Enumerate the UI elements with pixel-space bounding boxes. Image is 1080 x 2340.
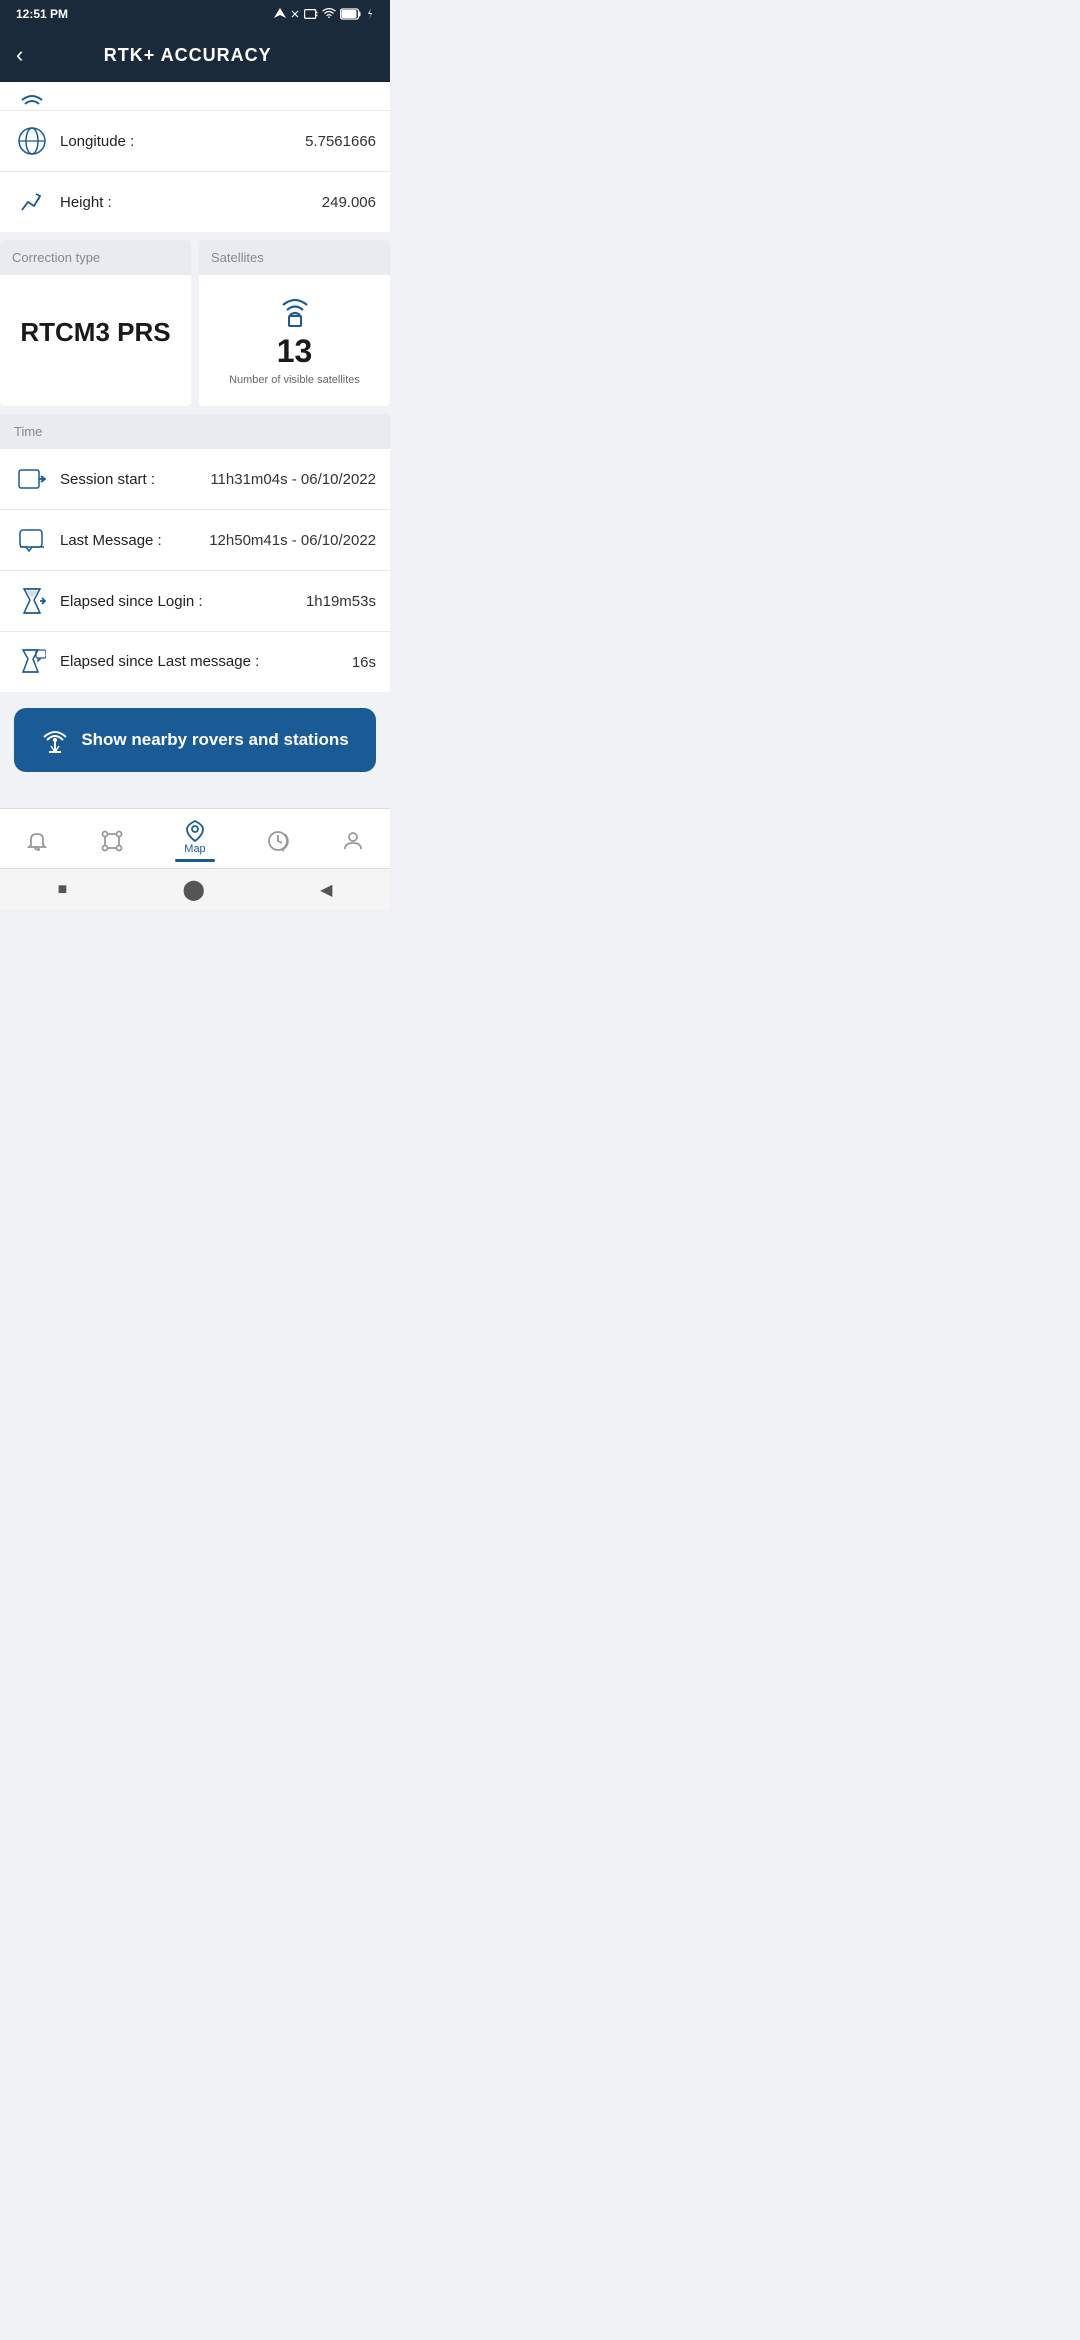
correction-value: RTCM3 PRS: [20, 317, 170, 348]
main-content: Longitude : 5.7561666 Height : 249.006 C…: [0, 82, 390, 808]
satellite-signal-icon: [271, 291, 319, 329]
charging-icon: [366, 8, 374, 20]
elapsed-login-label: Elapsed since Login :: [60, 593, 306, 610]
stop-button[interactable]: ■: [58, 881, 68, 899]
correction-body: RTCM3 PRS: [0, 275, 191, 385]
last-message-label: Last Message :: [60, 532, 209, 549]
app-header: ‹ RTK+ ACCURACY: [0, 28, 390, 82]
elapsed-login-icon: [14, 587, 50, 615]
longitude-row: Longitude : 5.7561666: [0, 111, 390, 172]
tower-icon: [41, 726, 69, 754]
session-start-value: 11h31m04s - 06/10/2022: [210, 471, 376, 488]
satellite-body: 13 Number of visible satellites: [199, 275, 390, 406]
location-card: Longitude : 5.7561666 Height : 249.006: [0, 82, 390, 232]
wifi-icon: [322, 8, 336, 20]
bottom-nav: Map: [0, 808, 390, 868]
clock-icon: [266, 829, 290, 853]
satellite-header: Satellites: [199, 240, 390, 275]
map-icon: [183, 819, 207, 843]
satellite-card: Satellites 13 Number of visible satellit…: [199, 240, 390, 406]
elapsed-last-icon: [14, 648, 50, 676]
show-nearby-button[interactable]: Show nearby rovers and stations: [14, 708, 376, 772]
satellite-label: Number of visible satellites: [229, 374, 360, 386]
nav-clock[interactable]: [258, 827, 298, 855]
correction-header: Correction type: [0, 240, 191, 275]
height-row: Height : 249.006: [0, 172, 390, 232]
last-message-value: 12h50m41s - 06/10/2022: [209, 532, 376, 549]
status-icons: [274, 8, 374, 20]
time-section-header: Time: [0, 414, 390, 449]
bell-icon: [25, 829, 49, 853]
elapsed-last-label: Elapsed since Last message :: [60, 652, 352, 672]
two-col-section: Correction type RTCM3 PRS Satellites 13 …: [0, 240, 390, 406]
nav-map-label: Map: [184, 843, 205, 855]
nav-user[interactable]: [333, 827, 373, 855]
longitude-value: 5.7561666: [305, 133, 376, 150]
bluetooth-icon: [290, 8, 300, 20]
nav-bell[interactable]: [17, 827, 57, 855]
longitude-label: Longitude :: [60, 133, 305, 150]
user-icon: [341, 829, 365, 853]
satellite-count: 13: [277, 333, 313, 370]
back-system-button[interactable]: ◀: [320, 880, 332, 900]
nav-map[interactable]: Map: [167, 817, 223, 864]
battery-sim-icon: [304, 9, 318, 19]
longitude-icon: [14, 127, 50, 155]
battery-icon: [340, 8, 362, 20]
show-nearby-label: Show nearby rovers and stations: [81, 730, 348, 750]
correction-card: Correction type RTCM3 PRS: [0, 240, 191, 406]
nav-nodes[interactable]: [92, 827, 132, 855]
time-section: Time Session start : 11h31m04s - 06/10/2…: [0, 414, 390, 692]
nodes-icon: [100, 829, 124, 853]
back-button[interactable]: ‹: [16, 42, 23, 68]
home-button[interactable]: ⬤: [182, 877, 204, 902]
partial-icon: [14, 90, 50, 110]
last-message-row: Last Message : 12h50m41s - 06/10/2022: [0, 510, 390, 571]
elapsed-last-row: Elapsed since Last message : 16s: [0, 632, 390, 692]
height-label: Height :: [60, 194, 322, 211]
nav-active-indicator: [175, 859, 215, 862]
session-start-icon: [14, 465, 50, 493]
status-time: 12:51 PM: [16, 7, 68, 21]
elapsed-login-row: Elapsed since Login : 1h19m53s: [0, 571, 390, 632]
elapsed-login-value: 1h19m53s: [306, 593, 376, 610]
session-start-row: Session start : 11h31m04s - 06/10/2022: [0, 449, 390, 510]
elapsed-last-value: 16s: [352, 654, 376, 671]
status-bar: 12:51 PM: [0, 0, 390, 28]
height-value: 249.006: [322, 194, 376, 211]
session-start-label: Session start :: [60, 471, 210, 488]
last-message-icon: [14, 526, 50, 554]
system-bar: ■ ⬤ ◀: [0, 868, 390, 910]
location-arrow-icon: [274, 8, 286, 20]
page-title: RTK+ ACCURACY: [35, 45, 340, 66]
height-icon: [14, 188, 50, 216]
